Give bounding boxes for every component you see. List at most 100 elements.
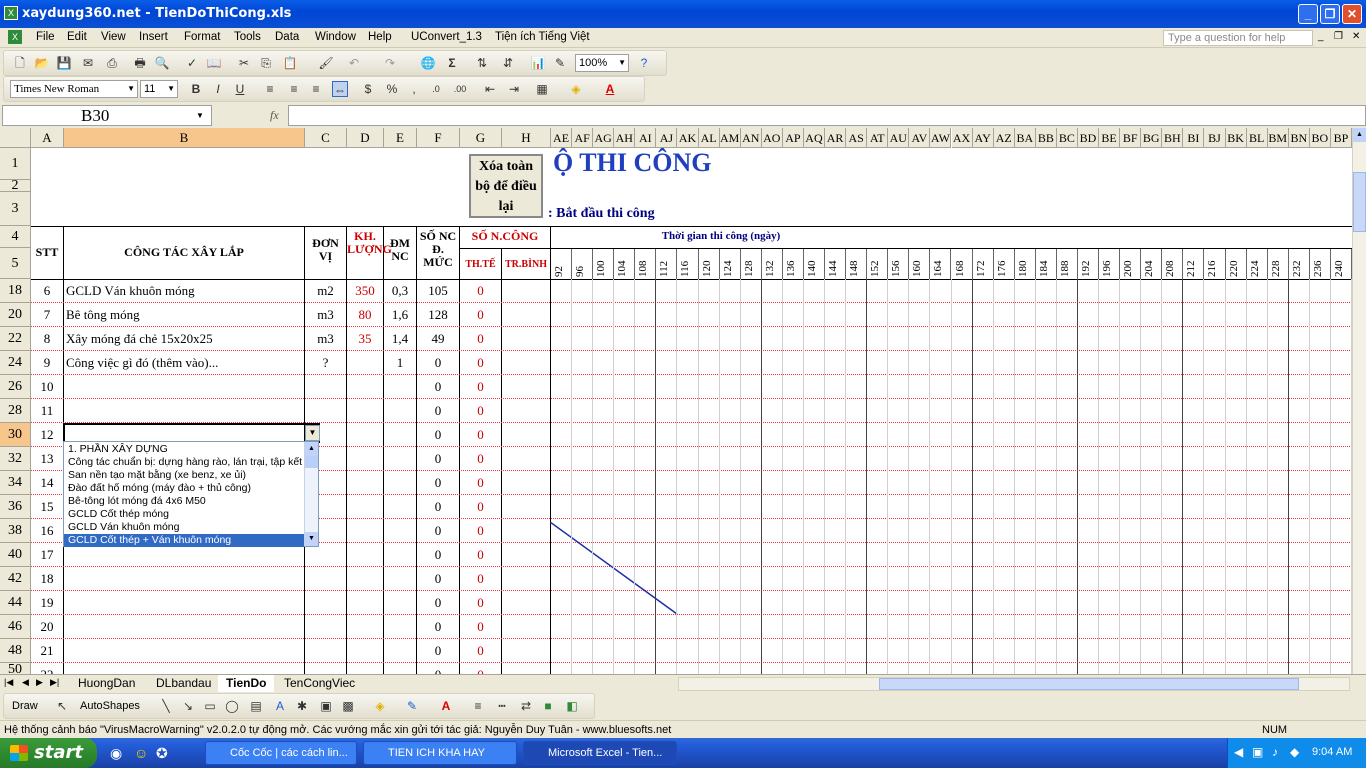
next-sheet-icon[interactable]: ▶ <box>36 677 43 688</box>
cell-actual[interactable]: 0 <box>460 283 501 299</box>
cell-actual[interactable]: 0 <box>460 379 501 395</box>
table-row[interactable]: 21 0 0 <box>31 639 1352 663</box>
close-button[interactable]: ✕ <box>1342 4 1362 24</box>
menu-tools[interactable]: Tools <box>234 31 261 43</box>
column-header[interactable]: BD <box>1077 128 1100 148</box>
cell-stt[interactable]: 18 <box>31 571 63 587</box>
volume-icon[interactable]: ♪ <box>1272 745 1278 759</box>
dropdown-option[interactable]: GCLD Ván khuôn móng <box>64 521 304 534</box>
column-header[interactable]: BM <box>1267 128 1289 148</box>
decrease-decimal-icon[interactable]: .00 <box>452 81 468 97</box>
cell-total[interactable]: 0 <box>417 451 459 467</box>
row-header[interactable]: 20 <box>0 303 31 327</box>
menu-view[interactable]: View <box>101 31 126 43</box>
cell-unit[interactable]: m2 <box>305 283 346 299</box>
cell-actual[interactable]: 0 <box>460 547 501 563</box>
cell-actual[interactable]: 0 <box>460 499 501 515</box>
cell-actual[interactable]: 0 <box>460 403 501 419</box>
font-size-select[interactable]: 11 ▼ <box>140 80 178 98</box>
scroll-thumb[interactable] <box>305 456 318 468</box>
row-header[interactable]: 3 <box>0 192 31 226</box>
scroll-up-icon[interactable]: ▲ <box>1353 128 1366 142</box>
cell-actual[interactable]: 0 <box>460 643 501 659</box>
arrow-icon[interactable]: ↘ <box>180 698 196 714</box>
first-sheet-icon[interactable]: |◀ <box>4 677 13 688</box>
dropdown-option[interactable]: GCLD Cốt thép móng <box>64 508 304 521</box>
table-row[interactable]: 22 00 <box>31 663 1352 674</box>
cell-total[interactable]: 0 <box>417 595 459 611</box>
cell-stt[interactable]: 15 <box>31 499 63 515</box>
bold-icon[interactable]: B <box>188 81 204 97</box>
cell-norm[interactable]: 1,4 <box>384 331 416 347</box>
last-sheet-icon[interactable]: ▶| <box>50 677 59 688</box>
research-icon[interactable]: 📖 <box>206 55 222 71</box>
cell-total[interactable]: 0 <box>417 547 459 563</box>
table-row[interactable]: 10 0 0 <box>31 375 1352 399</box>
tab-huongdan[interactable]: HuongDan <box>70 675 143 692</box>
currency-icon[interactable]: $ <box>360 81 376 97</box>
task-excel[interactable]: Microsoft Excel - Tien... <box>523 741 677 765</box>
picture-icon[interactable]: ▩ <box>340 698 356 714</box>
cell-stt[interactable]: 19 <box>31 595 63 611</box>
column-header[interactable]: F <box>417 128 460 148</box>
row-header[interactable]: 34 <box>0 471 31 495</box>
function-icon[interactable]: fx <box>270 108 279 123</box>
column-header[interactable]: AO <box>761 128 783 148</box>
cell-qty[interactable]: 80 <box>347 307 383 323</box>
cell-stt[interactable]: 22 <box>31 667 63 674</box>
quicklaunch-icon[interactable]: ✪ <box>156 745 168 762</box>
menu-edit[interactable]: Edit <box>67 31 87 43</box>
task-folder[interactable]: TIEN ICH KHA HAY <box>363 741 517 765</box>
align-center-icon[interactable]: ≡ <box>286 81 302 97</box>
doc-close-button[interactable]: ✕ <box>1352 31 1360 42</box>
paste-icon[interactable]: 📋 <box>282 55 298 71</box>
maximize-button[interactable]: ❐ <box>1320 4 1340 24</box>
chevron-down-icon[interactable]: ▼ <box>196 111 204 120</box>
diagram-icon[interactable]: ✱ <box>294 698 310 714</box>
column-header[interactable]: AM <box>719 128 741 148</box>
row-header[interactable]: 28 <box>0 399 31 423</box>
font-color-icon[interactable]: A <box>602 81 618 97</box>
print-icon[interactable]: 🖶 <box>132 55 148 71</box>
column-header[interactable]: AP <box>782 128 804 148</box>
column-header[interactable]: AF <box>572 128 594 148</box>
sort-ascending-icon[interactable]: ⇅ <box>474 55 490 71</box>
help-search-input[interactable]: Type a question for help <box>1163 30 1313 46</box>
menu-insert[interactable]: Insert <box>139 31 168 43</box>
cell-task[interactable]: Xây móng đá chẻ 15x20x25 <box>66 331 306 347</box>
column-header[interactable]: AG <box>593 128 615 148</box>
cell-total[interactable]: 128 <box>417 307 459 323</box>
row-header[interactable]: 2 <box>0 179 31 193</box>
hyperlink-icon[interactable]: 🌐 <box>420 55 436 71</box>
cell-actual[interactable]: 0 <box>460 331 501 347</box>
dropdown-option[interactable]: Đào đất hố móng (máy đào + thủ công) <box>64 482 304 495</box>
row-header[interactable]: 1 <box>0 148 31 180</box>
dropdown-option[interactable]: Bê-tông lót móng đá 4x6 M50 <box>64 495 304 508</box>
chart-wizard-icon[interactable]: 📊 <box>530 55 546 71</box>
column-header[interactable]: AJ <box>656 128 678 148</box>
spreadsheet-grid[interactable]: A B C D E F G H AE AF AG AH AI AJ AK AL AM AN AO AP… <box>0 128 1352 674</box>
row-header[interactable]: 48 <box>0 639 31 663</box>
row-header[interactable]: 42 <box>0 567 31 591</box>
tray-arrow-icon[interactable]: ◀ <box>1234 745 1243 759</box>
cell-total[interactable]: 0 <box>417 427 459 443</box>
column-header[interactable]: BG <box>1141 128 1163 148</box>
3d-icon[interactable]: ◧ <box>564 698 580 714</box>
table-row[interactable]: 18 0 0 <box>31 567 1352 591</box>
cell-actual[interactable]: 0 <box>460 451 501 467</box>
column-header[interactable]: AU <box>888 128 910 148</box>
cell-qty[interactable]: 350 <box>347 283 383 299</box>
drawing-icon[interactable]: ✎ <box>552 55 568 71</box>
tab-tencongviec[interactable]: TenCongViec <box>276 675 363 692</box>
row-header[interactable]: 50 <box>0 663 31 674</box>
fill-color-icon[interactable]: ◈ <box>372 698 388 714</box>
row-header[interactable]: 5 <box>0 248 31 279</box>
cell-actual[interactable]: 0 <box>460 523 501 539</box>
start-button[interactable]: start <box>0 738 97 768</box>
vertical-scrollbar[interactable]: ▲ <box>1352 128 1366 674</box>
row-header[interactable]: 4 <box>0 226 31 248</box>
row-header[interactable]: 22 <box>0 327 31 351</box>
open-icon[interactable]: 📂 <box>34 55 50 71</box>
column-header[interactable]: BF <box>1120 128 1142 148</box>
column-header[interactable]: BC <box>1056 128 1078 148</box>
